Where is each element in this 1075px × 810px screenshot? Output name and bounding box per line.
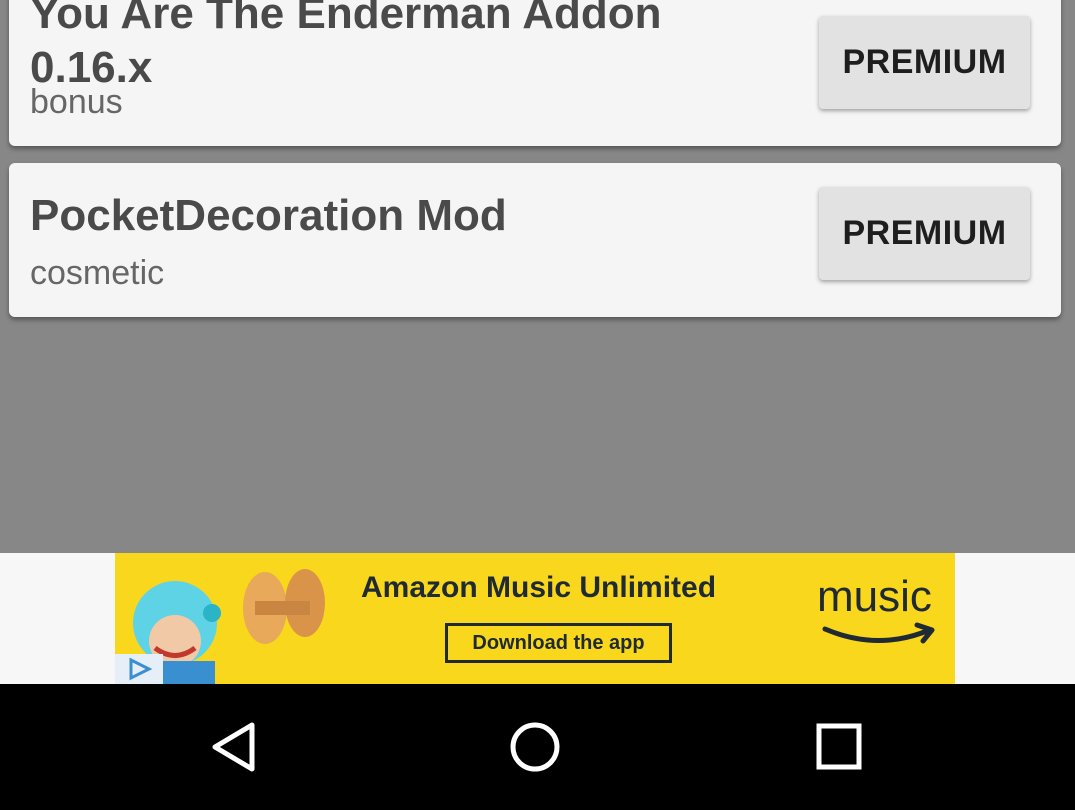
ad-choices-icon[interactable] (115, 654, 163, 684)
premium-button[interactable]: PREMIUM (819, 16, 1030, 109)
ad-headline: Amazon Music Unlimited (361, 571, 717, 604)
item-title: You Are The Enderman Addon 0.16.x (30, 0, 662, 95)
item-title: PocketDecoration Mod (30, 191, 507, 240)
list-item[interactable]: You Are The Enderman Addon 0.16.x bonus … (9, 0, 1061, 146)
addon-list: You Are The Enderman Addon 0.16.x bonus … (0, 0, 1075, 553)
ad-banner[interactable]: Amazon Music Unlimited Download the app … (115, 553, 955, 684)
item-category: cosmetic (30, 254, 165, 292)
premium-button[interactable]: PREMIUM (819, 187, 1030, 280)
recents-icon[interactable] (809, 721, 869, 773)
amazon-smile-icon (822, 622, 935, 644)
item-category: bonus (30, 83, 123, 121)
item-title-line-2: 0.16.x (30, 43, 153, 92)
ad-brand-logo: music (817, 572, 932, 621)
ad-download-button[interactable]: Download the app (445, 623, 672, 663)
home-icon[interactable] (505, 721, 565, 773)
back-icon[interactable] (205, 721, 265, 773)
list-item[interactable]: PocketDecoration Mod cosmetic PREMIUM (9, 163, 1061, 317)
system-nav-bar (0, 684, 1075, 810)
item-title-line-1: You Are The Enderman Addon (30, 0, 662, 38)
ad-banner-area: Amazon Music Unlimited Download the app … (0, 553, 1075, 684)
